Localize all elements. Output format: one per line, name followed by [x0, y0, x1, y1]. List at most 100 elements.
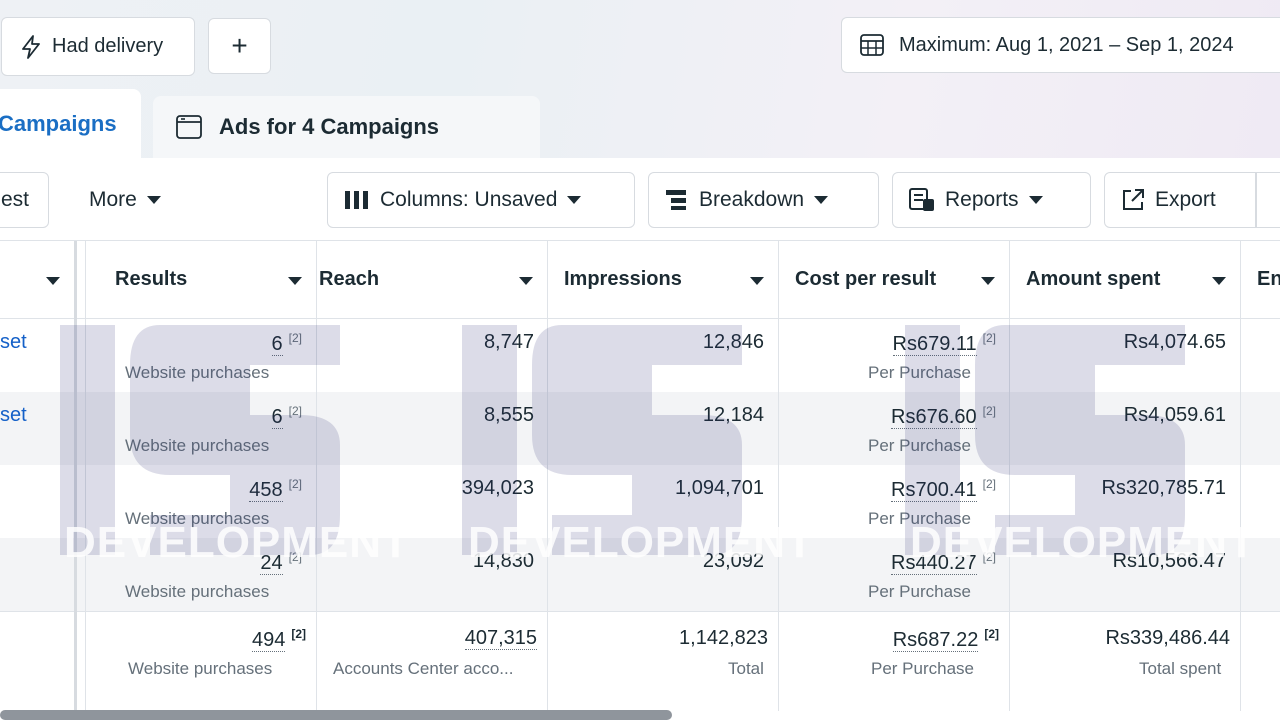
cost-per-result-value: Rs700.41 [2] [779, 477, 996, 502]
cpr-footnote: [2] [982, 404, 996, 418]
total-results-number[interactable]: 494 [251, 628, 286, 652]
horizontal-scrollbar[interactable] [0, 710, 672, 720]
cpr-type: Per Purchase [868, 363, 971, 382]
amount-spent-value: Rs4,059.61 [1123, 404, 1226, 426]
columns-label: Columns: Unsaved [380, 188, 558, 211]
results-value: 6 [2] [86, 404, 302, 429]
results-footnote: [2] [288, 404, 302, 418]
watermark-text: DEVELOPMENT [468, 518, 814, 567]
columns-icon [344, 190, 370, 210]
results-number[interactable]: 6 [271, 405, 283, 429]
total-cpr-footnote: [2] [984, 627, 999, 641]
total-cpr-type: Per Purchase [871, 659, 974, 678]
total-reach-value: 407,315 [317, 627, 537, 650]
test-label: est [1, 188, 30, 211]
reports-button[interactable]: Reports [892, 172, 1091, 228]
tab-campaigns-label: Campaigns [0, 111, 117, 136]
tab-ads[interactable]: Ads for 4 Campaigns [153, 96, 540, 158]
reach-value: 8,747 [483, 331, 534, 353]
column-header-reach[interactable]: Reach [317, 241, 547, 319]
frozen-column-divider [74, 241, 77, 711]
date-range-label: Maximum: Aug 1, 2021 – Sep 1, 2024 [899, 33, 1234, 56]
export-label: Export [1155, 188, 1216, 211]
header-results-label: Results [115, 268, 188, 290]
total-amount-spent-value: Rs339,486.44 [1105, 627, 1230, 649]
reach-value: 8,555 [483, 404, 534, 426]
reports-label: Reports [945, 188, 1019, 211]
impressions-value: 12,184 [702, 404, 764, 426]
column-header-ends[interactable]: En [1241, 241, 1280, 319]
cost-per-result-value: Rs679.11 [2] [779, 331, 996, 356]
add-filter-label: + [231, 30, 248, 61]
total-cost-per-result-value: Rs687.22 [2] [779, 627, 999, 652]
chevron-down-icon [567, 196, 582, 204]
ad-set-name-link[interactable]: set [0, 404, 27, 427]
column-divider [1240, 241, 1241, 711]
header-ends-label: En [1257, 268, 1280, 290]
total-reach-type: Accounts Center acco... [333, 659, 514, 678]
cpr-number[interactable]: Rs679.11 [892, 332, 977, 356]
column-header-name[interactable] [0, 241, 74, 319]
chevron-down-icon [750, 277, 764, 285]
header-cpr-label: Cost per result [795, 268, 937, 290]
header-reach-label: Reach [319, 268, 380, 290]
breakdown-button[interactable]: Breakdown [648, 172, 879, 228]
cpr-number[interactable]: Rs676.60 [891, 405, 977, 429]
column-header-results[interactable]: Results [86, 241, 316, 319]
cpr-footnote: [2] [982, 477, 996, 491]
impressions-value: 12,846 [702, 331, 764, 353]
total-results-value: 494 [2] [86, 627, 306, 652]
total-results-type: Website purchases [128, 659, 273, 678]
breakdown-icon [665, 189, 689, 211]
columns-button[interactable]: Columns: Unsaved [327, 172, 635, 228]
total-amount-spent-type: Total spent [1139, 659, 1222, 678]
ad-window-icon [175, 113, 203, 141]
results-type: Website purchases [125, 436, 270, 455]
chevron-down-icon [1212, 277, 1226, 285]
chevron-down-icon [146, 196, 161, 204]
toolbar-overflow-button[interactable] [1256, 172, 1280, 228]
results-number[interactable]: 6 [271, 332, 283, 356]
impressions-value: 1,094,701 [675, 477, 764, 499]
results-footnote: [2] [288, 331, 302, 345]
cpr-number[interactable]: Rs700.41 [891, 478, 977, 502]
amount-spent-value: Rs320,785.71 [1101, 477, 1226, 499]
test-button[interactable]: est [0, 172, 49, 228]
total-impressions-type: Total [728, 659, 764, 678]
add-filter-button[interactable]: + [208, 18, 271, 74]
tab-campaigns[interactable]: Campaigns [0, 89, 141, 159]
had-delivery-label: Had delivery [52, 35, 164, 57]
reach-value: 394,023 [461, 477, 534, 499]
column-header-amount-spent[interactable]: Amount spent [1010, 241, 1240, 319]
column-header-impressions[interactable]: Impressions [548, 241, 778, 319]
total-impressions-value: 1,142,823 [679, 627, 768, 649]
cpr-footnote: [2] [982, 331, 996, 345]
results-number[interactable]: 458 [249, 478, 283, 502]
results-type: Website purchases [125, 363, 270, 382]
column-header-cost-per-result[interactable]: Cost per result [779, 241, 1009, 319]
export-icon [1121, 188, 1145, 212]
total-reach-number[interactable]: 407,315 [464, 627, 537, 650]
chevron-down-icon [519, 277, 533, 285]
amount-spent-value: Rs4,074.65 [1123, 331, 1226, 353]
had-delivery-filter[interactable]: Had delivery [1, 17, 195, 76]
chevron-down-icon [814, 196, 829, 204]
export-button[interactable]: Export [1104, 172, 1256, 228]
header-impressions-label: Impressions [564, 268, 682, 290]
header-spent-label: Amount spent [1026, 268, 1161, 290]
chevron-down-icon [981, 277, 995, 285]
results-value: 6 [2] [86, 331, 302, 356]
cpr-type: Per Purchase [868, 436, 971, 455]
total-results-footnote: [2] [291, 627, 306, 641]
lightning-icon [20, 34, 42, 59]
results-value: 458 [2] [86, 477, 302, 502]
results-table: Results Reach Impressions Cost per resul… [0, 240, 1280, 721]
more-button[interactable]: More [72, 172, 192, 228]
date-range-picker[interactable]: Maximum: Aug 1, 2021 – Sep 1, 2024 [841, 17, 1280, 73]
breakdown-label: Breakdown [699, 188, 805, 211]
chevron-down-icon [46, 277, 60, 285]
chevron-down-icon [1028, 196, 1043, 204]
results-type: Website purchases [125, 582, 270, 601]
ad-set-name-link[interactable]: set [0, 331, 27, 354]
total-cpr-number[interactable]: Rs687.22 [892, 628, 979, 652]
